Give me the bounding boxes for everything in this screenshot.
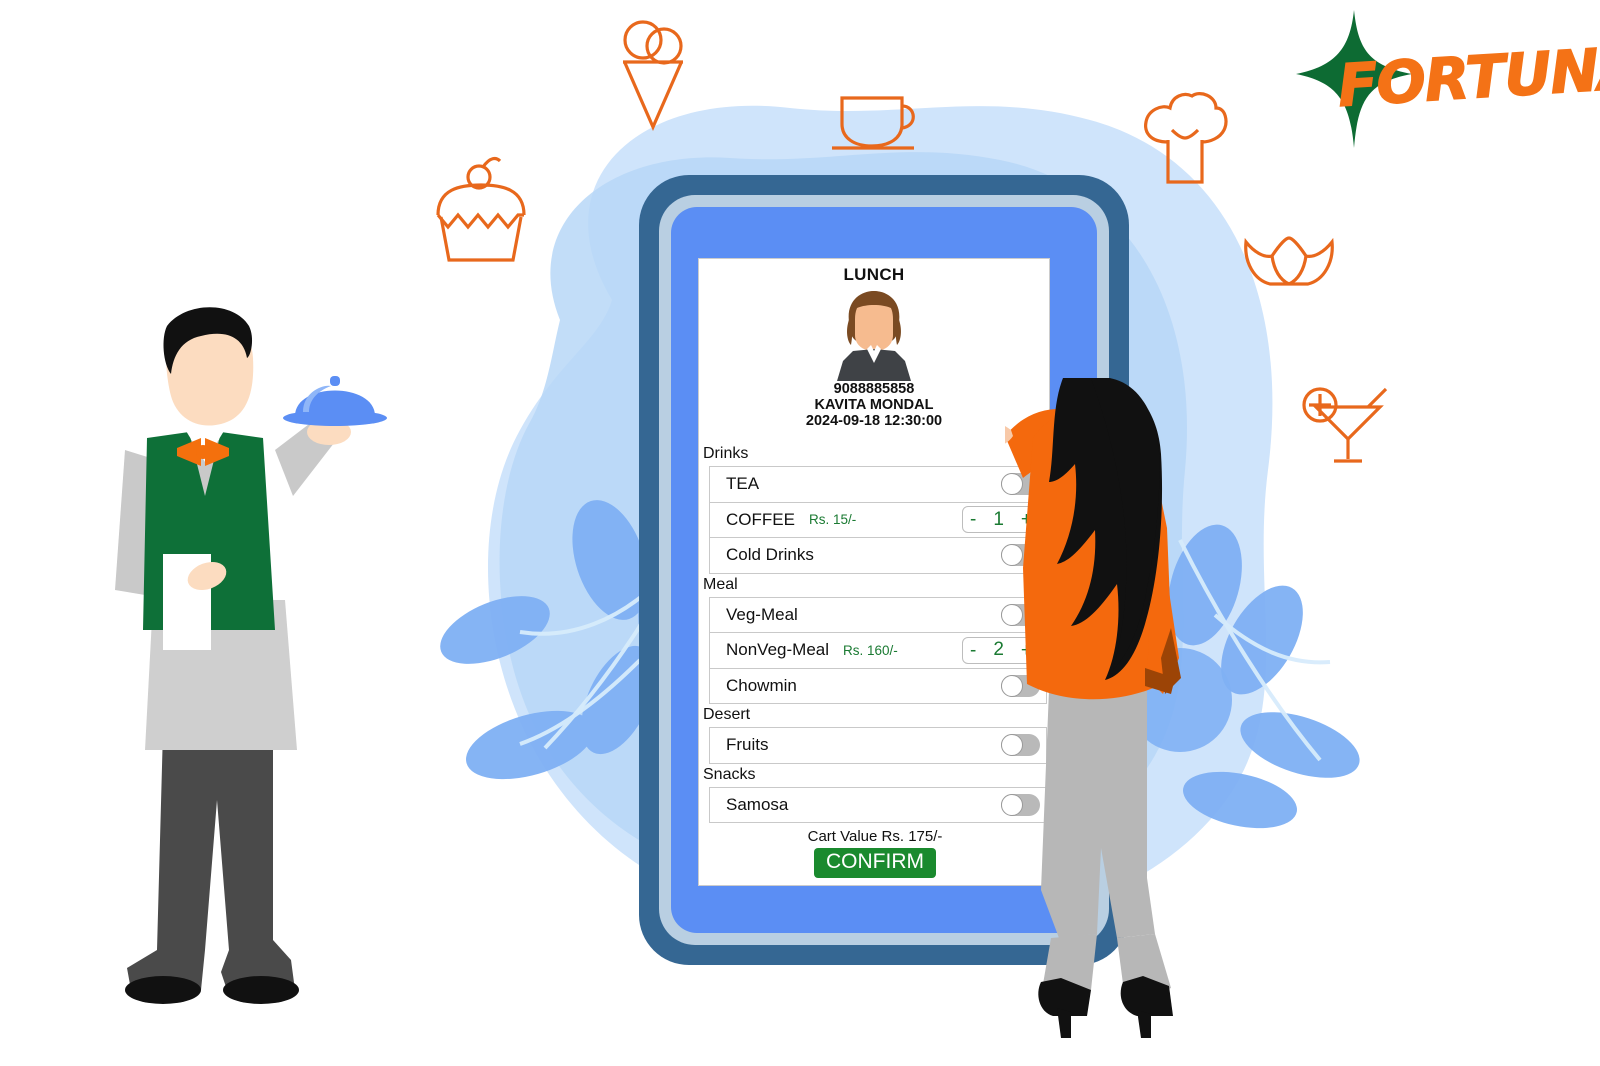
menu-item-name: Chowmin: [726, 675, 797, 695]
menu-item-name: COFFEE: [726, 509, 795, 529]
menu-item-name: Samosa: [726, 794, 789, 814]
menu-group: Fruits: [709, 727, 1047, 764]
menu-item-name: TEA: [726, 474, 760, 494]
cart-value-text: Cart Value Rs. 175/-: [807, 828, 943, 845]
app-screenshot: FORTUNA LUNCH 9088885858 KAVITA MONDAL 2…: [0, 0, 1600, 1066]
order-timestamp: 2024-09-18 12:30:00: [805, 413, 943, 429]
confirm-button-wrap: CONFIRM: [699, 845, 1051, 878]
menu-item-row[interactable]: Veg-Meal: [710, 597, 1046, 633]
menu-section: MealVeg-MealNonVeg-MealRs. 160/--2+Chowm…: [699, 574, 1051, 704]
menu-item-price: Rs. 15/-: [808, 512, 857, 528]
customer-avatar: [831, 289, 917, 381]
chef-hat-icon: [1140, 90, 1230, 190]
menu-item-row[interactable]: COFFEE Rs. 15/- -1 +: [710, 502, 1046, 538]
stepper-decrement-button[interactable]: -: [970, 641, 976, 660]
menu-item-row[interactable]: Fruits: [710, 728, 1046, 764]
tablet-screen: LUNCH 9088885858 KAVITA MONDAL 2024-09-1…: [698, 258, 1050, 886]
cupcake-icon: [432, 155, 530, 267]
croissant-icon: [1240, 230, 1338, 292]
section-label-desert: Desert: [703, 706, 751, 723]
menu-item-name: Fruits: [726, 735, 769, 755]
cocktail-glass-icon: [1298, 375, 1390, 467]
menu-item-row[interactable]: TEA: [710, 467, 1046, 503]
menu-item-name: NonVeg-Meal: [726, 640, 830, 660]
customer-name: KAVITA MONDAL: [814, 397, 934, 413]
section-label-meal: Meal: [703, 575, 738, 593]
fortuna-logo: FORTUNA: [1296, 8, 1600, 153]
screen-title: LUNCH: [843, 265, 905, 284]
customer-woman-illustration: [973, 374, 1235, 1048]
menu-section: Desert Fruits: [699, 704, 1051, 764]
menu-item-name: Cold Drinks: [726, 545, 814, 565]
menu-item-price: Rs. 160/-: [843, 642, 898, 658]
section-label-drinks: Drinks: [703, 445, 749, 462]
ice-cream-cone-icon: [612, 10, 692, 135]
coffee-cup-icon: [828, 88, 924, 160]
section-label-snacks: Snacks: [703, 765, 756, 783]
menu-item-row[interactable]: Chowmin: [710, 668, 1046, 704]
menu-section: Snacks Samosa: [699, 764, 1051, 823]
menu-group: Veg-MealNonVeg-MealRs. 160/--2+Chowmin: [709, 596, 1047, 704]
menu-section: Drinks TEA COFFEE Rs. 15/- -1 + Cold Drinks: [699, 443, 1051, 574]
confirm-button[interactable]: CONFIRM: [814, 848, 936, 878]
menu-list: Drinks TEA COFFEE Rs. 15/- -1 + Cold Drinks Mea…: [699, 443, 1051, 878]
waiter-illustration: [105, 300, 445, 1010]
menu-group: Samosa: [709, 786, 1047, 823]
customer-phone: 9088885858: [833, 381, 915, 397]
menu-item-name: Veg-Meal: [726, 604, 798, 624]
menu-item-row[interactable]: Cold Drinks: [710, 538, 1046, 574]
stepper-quantity-value: 1: [993, 508, 1004, 530]
stepper-decrement-button[interactable]: -: [970, 510, 976, 529]
menu-item-row[interactable]: Samosa: [710, 787, 1046, 823]
menu-item-row[interactable]: NonVeg-MealRs. 160/--2+: [710, 633, 1046, 669]
stepper-quantity-value: 2: [993, 639, 1004, 661]
menu-group: TEA COFFEE Rs. 15/- -1 + Cold Drinks: [709, 466, 1047, 574]
